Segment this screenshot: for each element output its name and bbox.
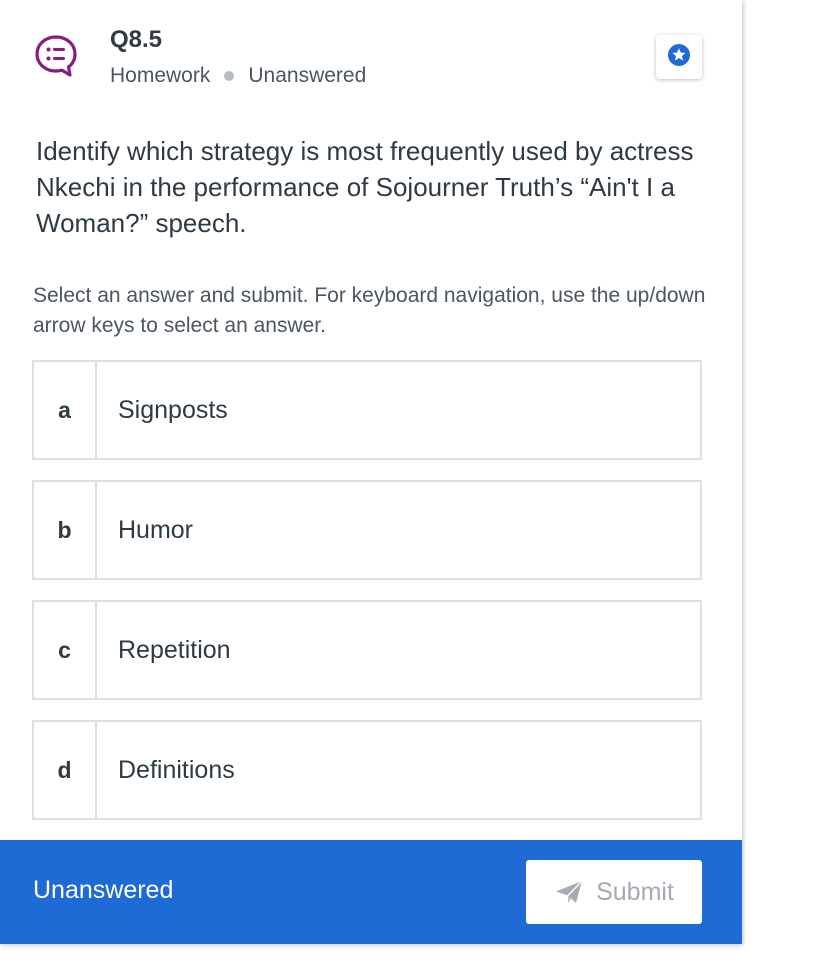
star-bookmark-icon <box>667 43 691 72</box>
speech-bubble-list-icon <box>34 34 78 78</box>
answer-choice-b[interactable]: b Humor <box>32 480 702 580</box>
choice-letter: a <box>34 362 97 458</box>
choice-text: Repetition <box>118 635 231 664</box>
separator-dot <box>224 71 235 81</box>
answer-instructions: Select an answer and submit. For keyboar… <box>33 284 706 337</box>
question-card: Q8.5 Homework Unanswered Identify which … <box>0 0 742 944</box>
question-prompt: Identify which strategy is most frequent… <box>36 136 694 238</box>
choice-text: Humor <box>118 515 194 544</box>
answer-footer: Unanswered Submit <box>0 840 742 944</box>
answer-choice-d[interactable]: d Definitions <box>32 720 702 820</box>
choice-text: Definitions <box>118 755 235 784</box>
question-meta: Homework Unanswered <box>110 64 366 88</box>
choice-letter: d <box>34 722 97 818</box>
question-category: Homework <box>110 64 211 87</box>
question-number: Q8.5 <box>110 26 163 53</box>
bookmark-button[interactable] <box>656 35 702 79</box>
question-status: Unanswered <box>248 64 367 87</box>
choice-letter: c <box>34 602 97 698</box>
footer-status: Unanswered <box>33 876 174 904</box>
answer-choice-a[interactable]: a Signposts <box>32 360 702 460</box>
submit-button[interactable]: Submit <box>526 860 702 924</box>
choice-letter: b <box>34 482 97 578</box>
choice-text: Signposts <box>118 395 228 424</box>
answer-choice-c[interactable]: c Repetition <box>32 600 702 700</box>
paper-plane-icon <box>554 879 584 905</box>
submit-label: Submit <box>596 877 674 906</box>
